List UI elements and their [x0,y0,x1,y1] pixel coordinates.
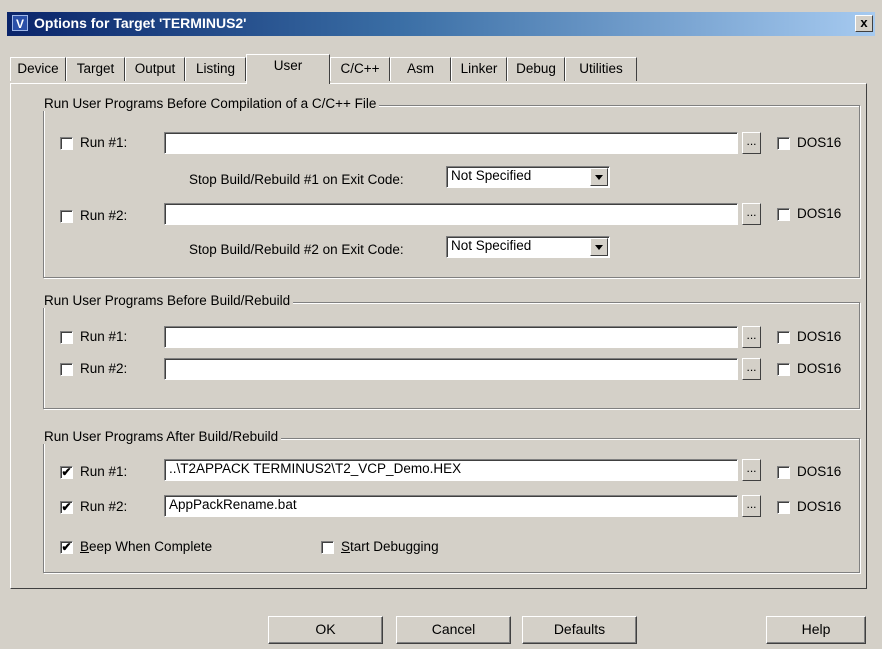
stop2-value: Not Specified [451,238,532,253]
run2-dos16-label: DOS16 [797,361,842,376]
run2-command-input[interactable] [164,203,738,225]
tab-cpp[interactable]: C/C++ [330,57,390,81]
run2-dos16-checkbox[interactable] [777,363,790,376]
run1-dos16-checkbox[interactable] [777,466,790,479]
stop1-label: Stop Build/Rebuild #1 on Exit Code: [189,172,404,187]
group-before-build: Run User Programs Before Build/Rebuild [42,293,860,409]
stop2-exit-code-select[interactable]: Not Specified [446,236,610,258]
run2-label: Run #2: [80,499,128,514]
run1-command-input[interactable] [164,132,738,154]
ok-button[interactable]: OK [268,616,383,644]
run2-browse-button[interactable]: ... [742,203,761,225]
run1-command-input[interactable]: ..\T2APPACK TERMINUS2\T2_VCP_Demo.HEX [164,459,738,481]
run2-dos16-label: DOS16 [797,499,842,514]
debug-accelerator: S [341,539,351,554]
run1-dos16-checkbox[interactable] [777,331,790,344]
start-debugging-label: Start Debugging [341,539,439,554]
run2-label: Run #2: [80,208,128,223]
run1-command-input[interactable] [164,326,738,348]
run2-browse-button[interactable]: ... [742,495,761,517]
run1-label: Run #1: [80,135,128,150]
chevron-down-icon [590,168,608,186]
run2-command-input[interactable]: AppPackRename.bat [164,495,738,517]
beep-label: Beep When Complete [80,539,212,554]
stop1-exit-code-select[interactable]: Not Specified [446,166,610,188]
run1-checkbox[interactable] [60,137,73,150]
run2-checkbox[interactable] [60,363,73,376]
run1-dos16-checkbox[interactable] [777,137,790,150]
run1-dos16-label: DOS16 [797,464,842,479]
run1-checkbox[interactable] [60,331,73,344]
tab-listing[interactable]: Listing [185,57,246,81]
run2-checkbox[interactable] [60,210,73,223]
stop1-value: Not Specified [451,168,532,183]
beep-label-text: eep When Complete [89,539,213,554]
tab-output[interactable]: Output [125,57,185,81]
cancel-button[interactable]: Cancel [396,616,511,644]
group-title: Run User Programs After Build/Rebuild [42,429,282,444]
group-title: Run User Programs Before Build/Rebuild [42,293,294,308]
tab-device[interactable]: Device [10,57,66,81]
run2-command-input[interactable] [164,358,738,380]
app-icon: V [12,15,28,31]
help-button[interactable]: Help [766,616,866,644]
group-title: Run User Programs Before Compilation of … [42,96,380,111]
tab-asm[interactable]: Asm [390,57,451,81]
run1-label: Run #1: [80,329,128,344]
stop2-label: Stop Build/Rebuild #2 on Exit Code: [189,242,404,257]
tab-debug[interactable]: Debug [507,57,565,81]
run1-label: Run #1: [80,464,128,479]
run1-dos16-label: DOS16 [797,329,842,344]
window-title: Options for Target 'TERMINUS2' [34,15,247,31]
run2-dos16-checkbox[interactable] [777,208,790,221]
run2-label: Run #2: [80,361,128,376]
run1-dos16-label: DOS16 [797,135,842,150]
beep-checkbox[interactable]: ✔ [60,541,73,554]
debug-label-text: tart Debugging [350,539,439,554]
run1-checkbox[interactable]: ✔ [60,466,73,479]
tab-user[interactable]: User [246,54,330,84]
run2-dos16-checkbox[interactable] [777,501,790,514]
tab-linker[interactable]: Linker [451,57,507,81]
run1-browse-button[interactable]: ... [742,459,761,481]
defaults-button[interactable]: Defaults [522,616,637,644]
run1-browse-button[interactable]: ... [742,326,761,348]
title-bar: V Options for Target 'TERMINUS2' x [7,12,875,36]
run2-browse-button[interactable]: ... [742,358,761,380]
tab-target[interactable]: Target [66,57,125,81]
beep-accelerator: B [80,539,90,554]
tab-utilities[interactable]: Utilities [565,57,637,81]
run2-checkbox[interactable]: ✔ [60,501,73,514]
run1-browse-button[interactable]: ... [742,132,761,154]
chevron-down-icon [590,238,608,256]
run2-dos16-label: DOS16 [797,206,842,221]
start-debugging-checkbox[interactable] [321,541,334,554]
close-button[interactable]: x [855,15,873,32]
options-dialog: V Options for Target 'TERMINUS2' x Devic… [0,0,882,649]
